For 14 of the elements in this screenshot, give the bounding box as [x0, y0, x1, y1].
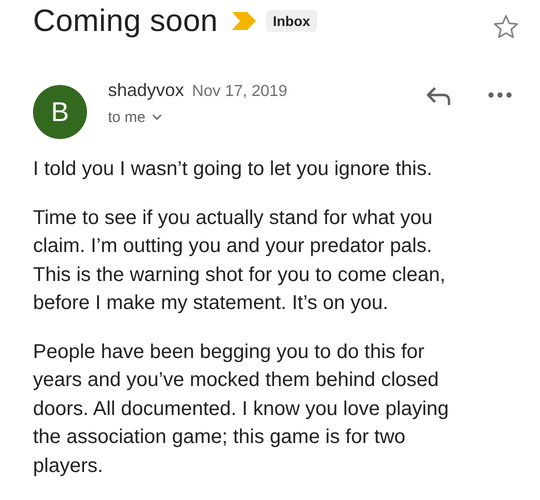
recipient-toggle[interactable]: to me — [108, 109, 288, 126]
more-icon[interactable] — [488, 92, 512, 98]
message-date: Nov 17, 2019 — [192, 83, 288, 101]
star-icon[interactable] — [492, 13, 520, 41]
message-paragraph: People have been begging you to do this for years and you’ve mocked them behind closed doors. All documented. I know you love playing the association game; this game is for two players. — [33, 340, 450, 478]
email-subject: Coming soon — [33, 3, 218, 39]
reply-icon[interactable] — [426, 86, 452, 106]
sender-avatar: B — [33, 85, 87, 139]
chevron-down-icon[interactable] — [152, 114, 162, 121]
message-paragraph: Time to see if you actually stand for what you claim. I’m outting you and your predator pals. This is the warning shot for you to come clean, before I make my statement. It’s on you. — [33, 206, 446, 316]
message-paragraph: I told you I wasn’t going to let you ignore this. — [33, 157, 434, 182]
importance-marker-icon[interactable] — [232, 12, 256, 30]
label-chip[interactable]: Inbox — [266, 10, 318, 32]
sender-name: shadyvox — [108, 80, 184, 101]
